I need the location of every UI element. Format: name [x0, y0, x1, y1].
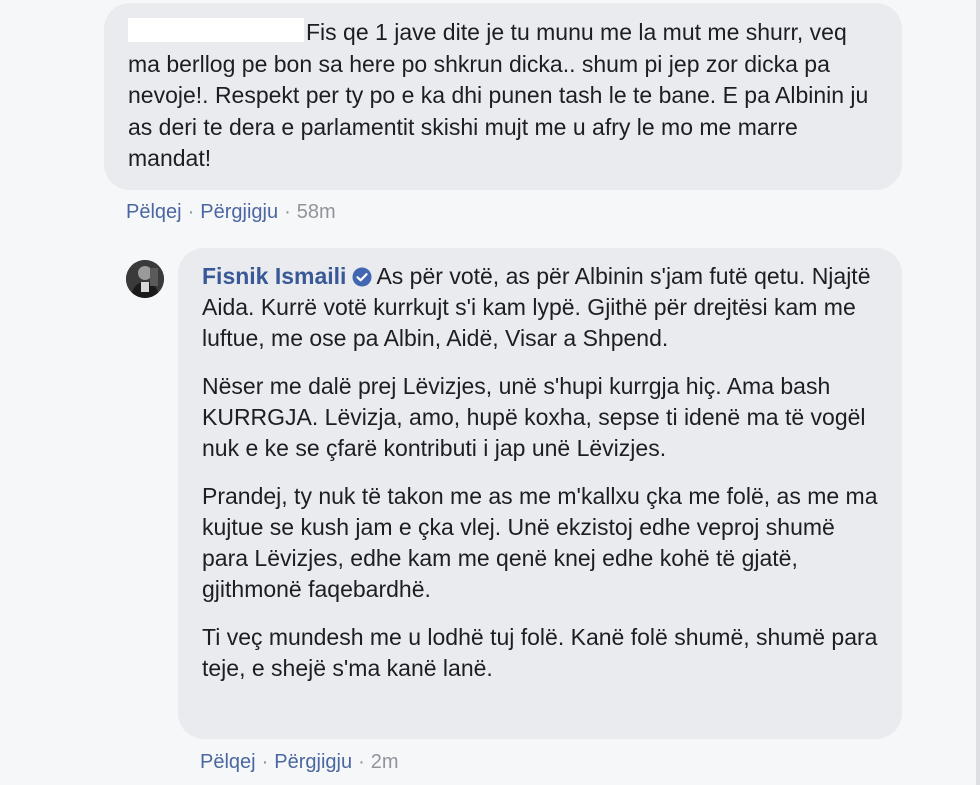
comment-text: Fis qe 1 jave dite je tu munu me la mut …: [128, 17, 882, 175]
like-link[interactable]: Pëlqej: [126, 201, 182, 223]
separator-dot: ·: [284, 201, 291, 223]
reply-paragraph: Nëser me dalë prej Lëvizjes, unë s'hupi …: [202, 373, 866, 461]
comment-timestamp[interactable]: 58m: [297, 201, 336, 223]
separator-dot: ·: [358, 751, 365, 773]
reply-actions: Pëlqej · Përgjigju · 2m: [200, 750, 399, 774]
verified-badge-icon: [352, 267, 372, 287]
separator-dot: ·: [261, 751, 269, 773]
reply-bubble: Fisnik Ismaili As për votë, as për Albini…: [178, 248, 902, 739]
reply-paragraph: Ti veç mundesh me u lodhë tuj folë. Kanë…: [202, 624, 878, 681]
avatar-image: [126, 260, 164, 298]
reply-first-paragraph: Fisnik Ismaili As për votë, as për Albini…: [202, 261, 882, 354]
reply-link[interactable]: Përgjigju: [274, 751, 352, 773]
reply-link[interactable]: Përgjigju: [200, 201, 278, 223]
author-name[interactable]: Fisnik Ismaili: [202, 263, 346, 289]
page-edge: [976, 0, 980, 785]
comment-bubble: Fis qe 1 jave dite je tu munu me la mut …: [104, 3, 902, 190]
comment-actions: Pëlqej · Përgjigju · 58m: [126, 200, 336, 224]
separator-dot: ·: [187, 201, 195, 223]
avatar[interactable]: [126, 260, 164, 298]
reply-timestamp[interactable]: 2m: [371, 751, 399, 773]
redacted-author-name: [128, 18, 304, 42]
like-link[interactable]: Pëlqej: [200, 751, 256, 773]
reply-paragraph: Prandej, ty nuk të takon me as me m'kall…: [202, 483, 878, 602]
